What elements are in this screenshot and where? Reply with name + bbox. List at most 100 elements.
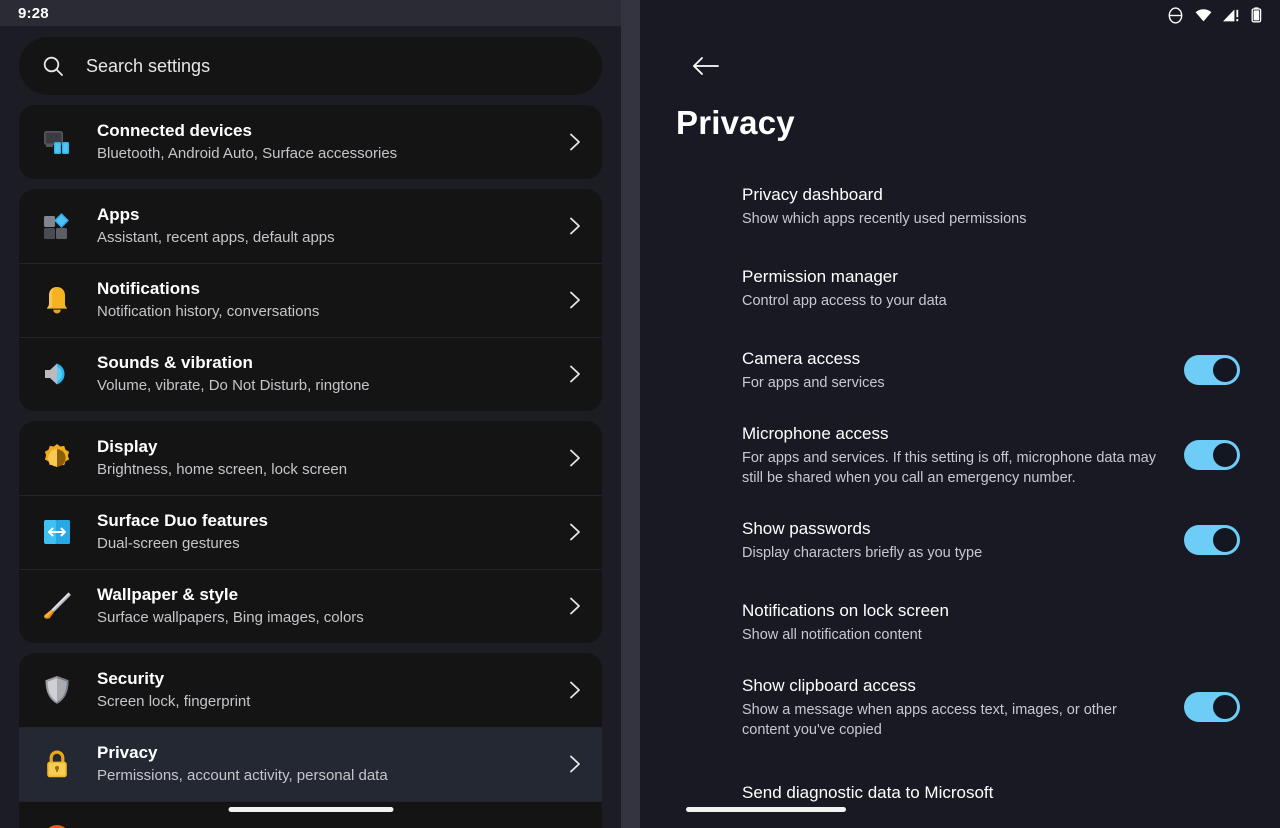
- settings-scroll-container[interactable]: Search settings Connected devices Blueto…: [0, 37, 621, 828]
- sidebar-item-security[interactable]: Security Screen lock, fingerprint: [19, 653, 602, 727]
- camera-access-toggle[interactable]: [1184, 355, 1240, 385]
- sidebar-item-title: Surface Duo features: [97, 511, 268, 530]
- battery-icon: [1250, 6, 1263, 25]
- back-arrow-icon: [691, 53, 721, 79]
- sidebar-item-title: Notifications: [97, 279, 200, 298]
- search-input[interactable]: Search settings: [86, 56, 210, 77]
- surface-duo-dual-screen-icon: [39, 514, 75, 550]
- pref-text: Send diagnostic data to Microsoft: [742, 781, 1240, 804]
- pref-text: Camera access For apps and services: [742, 347, 1184, 393]
- status-clock: 9:28: [18, 4, 49, 22]
- notifications-bell-icon: [39, 282, 75, 318]
- search-icon: [41, 54, 65, 78]
- left-home-gesture-pill[interactable]: [228, 807, 393, 812]
- connected-devices-icon: [39, 124, 75, 160]
- sidebar-item-subtitle: Brightness, home screen, lock screen: [97, 461, 348, 478]
- sidebar-item-subtitle: Surface wallpapers, Bing images, colors: [97, 609, 364, 626]
- pref-text: Show clipboard access Show a message whe…: [742, 674, 1184, 740]
- sidebar-item-subtitle: Bluetooth, Android Auto, Surface accesso…: [97, 145, 398, 162]
- sidebar-item-wallpaper-style[interactable]: Wallpaper & style Surface wallpapers, Bi…: [19, 569, 602, 643]
- sidebar-item-title: Sounds & vibration: [97, 353, 253, 372]
- do-not-disturb-icon: [1166, 6, 1185, 25]
- sidebar-item-title: Apps: [97, 205, 140, 224]
- show-passwords-toggle[interactable]: [1184, 525, 1240, 555]
- sidebar-item-subtitle: Volume, vibrate, Do Not Disturb, rington…: [97, 377, 370, 394]
- pref-text: Microphone access For apps and services.…: [742, 422, 1184, 488]
- pref-microphone-access[interactable]: Microphone access For apps and services.…: [640, 422, 1280, 488]
- chevron-right-icon: [564, 447, 586, 469]
- sidebar-item-subtitle: Notification history, conversations: [97, 303, 320, 320]
- pref-camera-access[interactable]: Camera access For apps and services: [640, 340, 1280, 400]
- pref-title: Camera access: [742, 349, 861, 368]
- row-text: Privacy Permissions, account activity, p…: [97, 742, 564, 786]
- pref-notifications-on-lock-screen[interactable]: Notifications on lock screen Show all no…: [640, 592, 1280, 652]
- pref-title: Notifications on lock screen: [742, 601, 949, 620]
- back-button[interactable]: [686, 46, 726, 86]
- left-screen-settings-list: 9:28 Search settings Connected devices B…: [0, 0, 621, 828]
- chevron-right-icon: [564, 289, 586, 311]
- pref-text: Notifications on lock screen Show all no…: [742, 599, 1240, 645]
- sound-speaker-icon: [39, 356, 75, 392]
- apps-icon: [39, 208, 75, 244]
- sidebar-item-subtitle: Dual-screen gestures: [97, 535, 240, 552]
- search-settings-bar[interactable]: Search settings: [19, 37, 602, 95]
- display-brightness-icon: [39, 440, 75, 476]
- pref-privacy-dashboard[interactable]: Privacy dashboard Show which apps recent…: [640, 176, 1280, 236]
- pref-title: Send diagnostic data to Microsoft: [742, 782, 994, 802]
- pref-permission-manager[interactable]: Permission manager Control app access to…: [640, 258, 1280, 318]
- settings-group-2: Apps Assistant, recent apps, default app…: [19, 189, 602, 411]
- right-screen-privacy-page: Privacy Privacy dashboard Show which app…: [640, 0, 1280, 828]
- chevron-right-icon: [564, 521, 586, 543]
- row-text: Wallpaper & style Surface wallpapers, Bi…: [97, 584, 564, 628]
- chevron-right-icon: [564, 215, 586, 237]
- show-clipboard-access-toggle[interactable]: [1184, 692, 1240, 722]
- settings-group-4: Security Screen lock, fingerprint Privac…: [19, 653, 602, 828]
- pref-title: Permission manager: [742, 267, 898, 286]
- sidebar-item-surface-duo-features[interactable]: Surface Duo features Dual-screen gesture…: [19, 495, 602, 569]
- left-status-bar: 9:28: [0, 0, 621, 26]
- dual-screen-device: 9:28 Search settings Connected devices B…: [0, 0, 1280, 828]
- pref-send-diagnostic-data[interactable]: Send diagnostic data to Microsoft: [640, 762, 1280, 822]
- sidebar-item-subtitle: Screen lock, fingerprint: [97, 693, 251, 710]
- pref-subtitle: Display characters briefly as you type: [742, 545, 983, 561]
- pref-show-clipboard-access[interactable]: Show clipboard access Show a message whe…: [640, 674, 1280, 740]
- sidebar-item-connected-devices[interactable]: Connected devices Bluetooth, Android Aut…: [19, 105, 602, 179]
- sidebar-item-location[interactable]: Location: [19, 801, 602, 828]
- pref-title: Show clipboard access: [742, 676, 916, 695]
- sidebar-item-title: Connected devices: [97, 121, 252, 140]
- pref-subtitle: Show all notification content: [742, 627, 922, 643]
- sidebar-item-privacy[interactable]: Privacy Permissions, account activity, p…: [19, 727, 602, 801]
- pref-title: Show passwords: [742, 519, 871, 538]
- sidebar-item-notifications[interactable]: Notifications Notification history, conv…: [19, 263, 602, 337]
- pref-subtitle: Show a message when apps access text, im…: [742, 702, 1117, 738]
- lock-icon: [39, 746, 75, 782]
- sidebar-item-sounds-vibration[interactable]: Sounds & vibration Volume, vibrate, Do N…: [19, 337, 602, 411]
- right-status-bar: [640, 0, 1280, 30]
- pref-title: Microphone access: [742, 424, 889, 443]
- microphone-access-toggle[interactable]: [1184, 440, 1240, 470]
- row-text: Sounds & vibration Volume, vibrate, Do N…: [97, 352, 564, 396]
- pref-text: Permission manager Control app access to…: [742, 265, 1240, 311]
- chevron-right-icon: [564, 753, 586, 775]
- sidebar-item-title: Privacy: [97, 743, 158, 762]
- pref-subtitle: For apps and services: [742, 375, 885, 391]
- chevron-right-icon: [564, 679, 586, 701]
- sidebar-item-apps[interactable]: Apps Assistant, recent apps, default app…: [19, 189, 602, 263]
- sidebar-item-title: Security: [97, 669, 165, 688]
- chevron-right-icon: [564, 595, 586, 617]
- wifi-icon: [1194, 6, 1213, 25]
- row-text: Notifications Notification history, conv…: [97, 278, 564, 322]
- row-text: Security Screen lock, fingerprint: [97, 668, 564, 712]
- shield-icon: [39, 672, 75, 708]
- row-text: Surface Duo features Dual-screen gesture…: [97, 510, 564, 554]
- row-text: Connected devices Bluetooth, Android Aut…: [97, 120, 564, 164]
- page-title: Privacy: [676, 104, 795, 141]
- pref-subtitle: For apps and services. If this setting i…: [742, 450, 1156, 486]
- paintbrush-icon: [39, 588, 75, 624]
- privacy-page-body: Privacy Privacy dashboard Show which app…: [640, 46, 1280, 822]
- right-home-gesture-pill[interactable]: [686, 807, 846, 812]
- cellular-signal-warning-icon: [1222, 6, 1241, 25]
- sidebar-item-display[interactable]: Display Brightness, home screen, lock sc…: [19, 421, 602, 495]
- pref-show-passwords[interactable]: Show passwords Display characters briefl…: [640, 510, 1280, 570]
- pref-title: Privacy dashboard: [742, 185, 883, 204]
